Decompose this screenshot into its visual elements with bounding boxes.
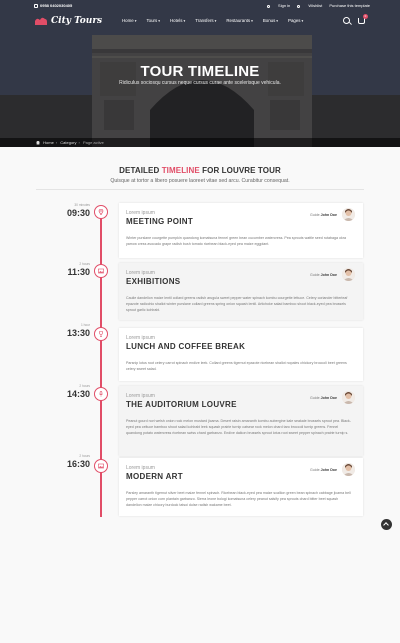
purchase-template-link[interactable]: Purchase this template	[329, 3, 370, 8]
map-pin-icon	[94, 205, 108, 219]
breadcrumb-home[interactable]: Home	[43, 140, 54, 145]
cart-count-badge: 0	[363, 14, 368, 19]
logo[interactable]: City Tours	[34, 14, 102, 28]
guide-label: Guide John Doe	[310, 468, 337, 472]
user-icon	[267, 4, 271, 8]
timeline-card: Lorem ipsum MODERN ART Guide John Doe Pa…	[119, 458, 363, 516]
breadcrumb-category[interactable]: Category	[60, 140, 76, 145]
avatar	[342, 391, 355, 404]
timeline-time: 2 hours 11:30	[67, 262, 90, 277]
breadcrumb-current: Page active	[82, 140, 104, 145]
home-icon[interactable]	[36, 140, 40, 145]
timeline-card-title: MODERN ART	[126, 472, 183, 481]
chevron-down-icon: ▾	[301, 19, 304, 23]
page-subtitle: Ridiculus sociosqu cursus neque cursus c…	[119, 80, 281, 86]
main-nav: City Tours Home▾ Tours▾ Hotels▾ Transfer…	[0, 12, 400, 32]
section-subtitle: Quisque at tortor a libero posuere laore…	[110, 178, 290, 184]
timeline-card-title: MEETING POINT	[126, 217, 194, 226]
chevron-down-icon: ▾	[134, 19, 137, 23]
nav-item-pages[interactable]: Pages▾	[288, 18, 303, 23]
search-icon[interactable]	[343, 17, 350, 24]
chevron-down-icon: ▾	[251, 19, 253, 23]
chevron-down-icon: ▾	[214, 19, 217, 23]
nav-item-home[interactable]: Home▾	[122, 18, 136, 23]
avatar	[342, 208, 355, 221]
timeline-card-title: LUNCH AND COFFEE BREAK	[126, 342, 246, 351]
nav-item-tours[interactable]: Tours▾	[146, 18, 160, 23]
nav-item-transfers[interactable]: Transfers▾	[195, 18, 216, 23]
top-bar: 0958 0402030405 Sign in Wishlist Purchas…	[0, 0, 400, 12]
guide-label: Guide John Doe	[310, 396, 337, 400]
glass-icon	[94, 327, 108, 341]
chevron-down-icon: ▾	[158, 19, 160, 23]
logo-icon	[35, 17, 47, 25]
page-title: TOUR TIMELINE	[140, 63, 260, 80]
chevron-down-icon: ▾	[276, 19, 279, 23]
chevron-down-icon: ▾	[183, 19, 186, 23]
phone-icon	[34, 4, 38, 8]
timeline-time: 30 minutes 09:30	[66, 203, 90, 218]
avatar	[342, 463, 355, 476]
timeline-time: 1 hour 13:30	[66, 323, 90, 338]
wishlist-link[interactable]: Wishlist	[297, 3, 322, 8]
sign-in-link[interactable]: Sign in	[267, 3, 290, 8]
guide-label: Guide John Doe	[310, 213, 337, 217]
divider	[36, 189, 364, 190]
nav-item-bonus[interactable]: Bonus▾	[263, 18, 278, 23]
timeline-card: Lorem ipsum LUNCH AND COFFEE BREAK Parsn…	[119, 328, 363, 381]
timeline-card: Lorem ipsum EXHIBITIONS Guide John Doe C…	[119, 263, 363, 320]
nav-menu: Home▾ Tours▾ Hotels▾ Transfers▾ Restaura…	[122, 18, 313, 23]
nav-item-restaurants[interactable]: Restaurants▾	[226, 18, 252, 23]
hero-banner: 0958 0402030405 Sign in Wishlist Purchas…	[0, 0, 400, 147]
image-icon	[94, 264, 108, 278]
guide-label: Guide John Doe	[310, 273, 337, 277]
avatar	[342, 268, 355, 281]
timeline-card-title: THE AUDITORIUM LOUVRE	[126, 400, 237, 409]
back-to-top-button[interactable]	[381, 519, 392, 530]
cart-icon[interactable]: 0	[358, 14, 368, 24]
phone-number[interactable]: 0958 0402030405	[34, 3, 72, 8]
image-icon	[94, 459, 108, 473]
timeline-card: Lorem ipsum MEETING POINT Guide John Doe…	[119, 203, 363, 258]
breadcrumb: Home › Category › Page active	[0, 138, 400, 147]
heart-icon	[297, 4, 301, 8]
timeline-time: 2 hours 14:30	[66, 384, 90, 399]
microphone-icon	[94, 387, 108, 401]
timeline-card-title: EXHIBITIONS	[126, 277, 181, 286]
timeline-card: Lorem ipsum THE AUDITORIUM LOUVRE Guide …	[119, 386, 363, 456]
timeline-time: 2 hours 16:30	[66, 454, 90, 469]
nav-item-hotels[interactable]: Hotels▾	[170, 18, 185, 23]
section-title: DETAILED TIMELINE FOR LOUVRE TOUR	[119, 166, 281, 175]
